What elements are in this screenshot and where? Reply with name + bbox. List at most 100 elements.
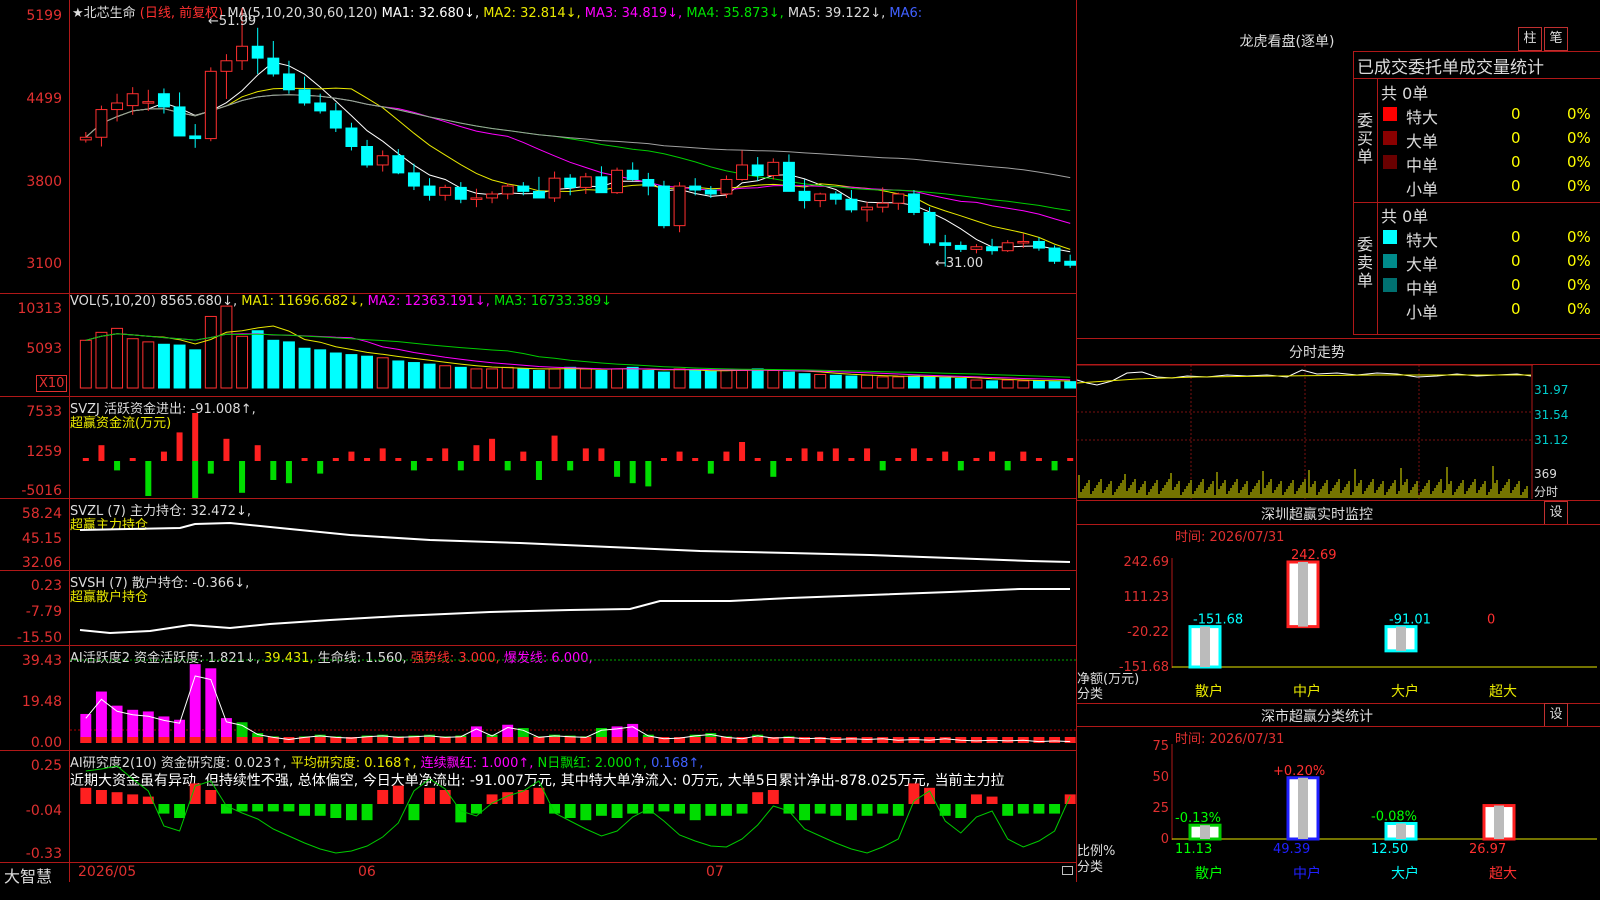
svsh-axis-label: 0.23 (30, 578, 62, 594)
flow-bar (989, 451, 996, 461)
candle-body (95, 109, 108, 138)
volume-bar (564, 366, 577, 389)
activity-line (85, 675, 1071, 743)
candle-body (767, 161, 780, 177)
candle-body (548, 177, 561, 199)
svzl-chart[interactable] (70, 499, 1076, 570)
dragon-title-divider (1353, 51, 1600, 52)
flow-bar (645, 461, 652, 487)
sz-class-chart[interactable]: 75 50 25 0 -0.13% 11.13 散户 +0.20% 49.39 中户 -0.08% 1… (1077, 740, 1600, 882)
candle-body (517, 185, 530, 192)
volume-bar (486, 368, 499, 389)
research-bar (580, 804, 592, 821)
volume-chart[interactable] (70, 296, 1076, 396)
ma-line (85, 94, 1071, 224)
volume-bar (282, 341, 295, 389)
buy-row-name: 小单 (1406, 180, 1439, 199)
research-bar (924, 787, 936, 804)
sz-class-axis-label: 0 (1161, 832, 1169, 847)
dragon-left-border (1353, 51, 1354, 334)
candle-body (439, 186, 452, 196)
flow-bar (1020, 451, 1027, 461)
volume-bar (392, 360, 405, 389)
sz-monitor-settings-button[interactable]: 设 (1544, 501, 1568, 525)
volume-bar (876, 376, 889, 389)
activity-base (127, 737, 139, 743)
activity-base (236, 737, 248, 743)
flow-bar (692, 458, 699, 461)
volume-bar (361, 355, 374, 389)
date-tick: 06 (358, 864, 376, 880)
intraday-axis-label: 31.54 (1534, 408, 1569, 422)
activity-base (408, 737, 420, 743)
candle-body (267, 57, 280, 75)
dragon-sub-divider (1353, 78, 1600, 79)
research-bar (80, 787, 92, 804)
candle-body (236, 45, 249, 62)
sz-monitor-value-label: 242.69 (1291, 548, 1337, 563)
sell-row-pct: 0% (1567, 300, 1591, 318)
research-bar (392, 785, 404, 804)
candle-body (392, 155, 405, 174)
volume-bar (204, 315, 217, 389)
research-bar (361, 804, 373, 821)
intraday-avg-line (1077, 374, 1531, 384)
activity-base (533, 737, 545, 743)
activity-base (220, 737, 232, 743)
svsh-axis-label: -7.79 (25, 604, 62, 620)
candle-body (579, 176, 592, 188)
svzl-axis-label: 45.15 (21, 531, 62, 547)
research-bar (299, 804, 311, 816)
intraday-axis-label: 369 (1534, 467, 1557, 481)
research-bar (814, 804, 826, 814)
flow-bar (442, 448, 449, 461)
flow-bar (942, 451, 949, 461)
svzj-chart[interactable] (70, 397, 1076, 498)
sz-class-title: 深市超赢分类统计 (1261, 709, 1373, 725)
brand-logo[interactable]: 大智慧 (4, 863, 52, 887)
tick-mode-button[interactable]: 笔 (1544, 27, 1568, 51)
ai-active-chart[interactable] (70, 646, 1076, 750)
research-bar (424, 787, 436, 804)
activity-base (705, 737, 717, 743)
ai-research-chart[interactable] (70, 751, 1076, 862)
flow-bar (582, 448, 589, 461)
bar-mode-button[interactable]: 柱 (1518, 27, 1542, 51)
main-chart-area[interactable]: 5199 4499 3800 3100 ★北芯生命 (日线, 前复权) MA(5… (0, 0, 1077, 886)
sz-monitor-chart[interactable]: 242.69 111.23 -20.22 -151.68 -151.68 散户 242.69… (1077, 540, 1600, 705)
sz-class-settings-button[interactable]: 设 (1544, 703, 1568, 727)
research-line (85, 765, 1071, 854)
volume-bar (454, 366, 467, 389)
activity-base (627, 737, 639, 743)
candle-body (970, 246, 983, 250)
buy-legend-swatch (1383, 107, 1397, 121)
buy-row-pct: 0% (1567, 177, 1591, 195)
flow-bar (785, 458, 792, 461)
sz-monitor-bar-shade (1200, 626, 1210, 667)
activity-base (205, 737, 217, 743)
sz-class-value-label: 49.39 (1273, 842, 1310, 857)
price-chart[interactable] (70, 0, 1076, 293)
candle-body (298, 89, 311, 104)
volume-bar (1048, 381, 1061, 389)
buy-legend-swatch (1383, 131, 1397, 145)
sell-orders-label: 委卖单 (1357, 235, 1374, 290)
flow-bar (801, 448, 808, 461)
volume-bar (95, 331, 108, 389)
volume-bar (579, 368, 592, 389)
intraday-axis-label: 31.97 (1534, 383, 1569, 397)
research-bar (1049, 804, 1061, 814)
intraday-chart[interactable] (1077, 365, 1533, 499)
intraday-price-line (1077, 369, 1532, 386)
sz-monitor-axis-label: -151.68 (1119, 660, 1169, 675)
candle-body (861, 206, 874, 211)
activity-base (314, 737, 326, 743)
lock-icon[interactable] (1062, 866, 1073, 875)
activity-base (1002, 737, 1014, 743)
candle-body (673, 185, 686, 227)
svsh-chart[interactable] (70, 571, 1076, 645)
flow-bar (817, 451, 824, 461)
activity-base (1064, 737, 1076, 743)
price-axis-label: 4499 (26, 91, 62, 107)
volume-bar (673, 368, 686, 389)
